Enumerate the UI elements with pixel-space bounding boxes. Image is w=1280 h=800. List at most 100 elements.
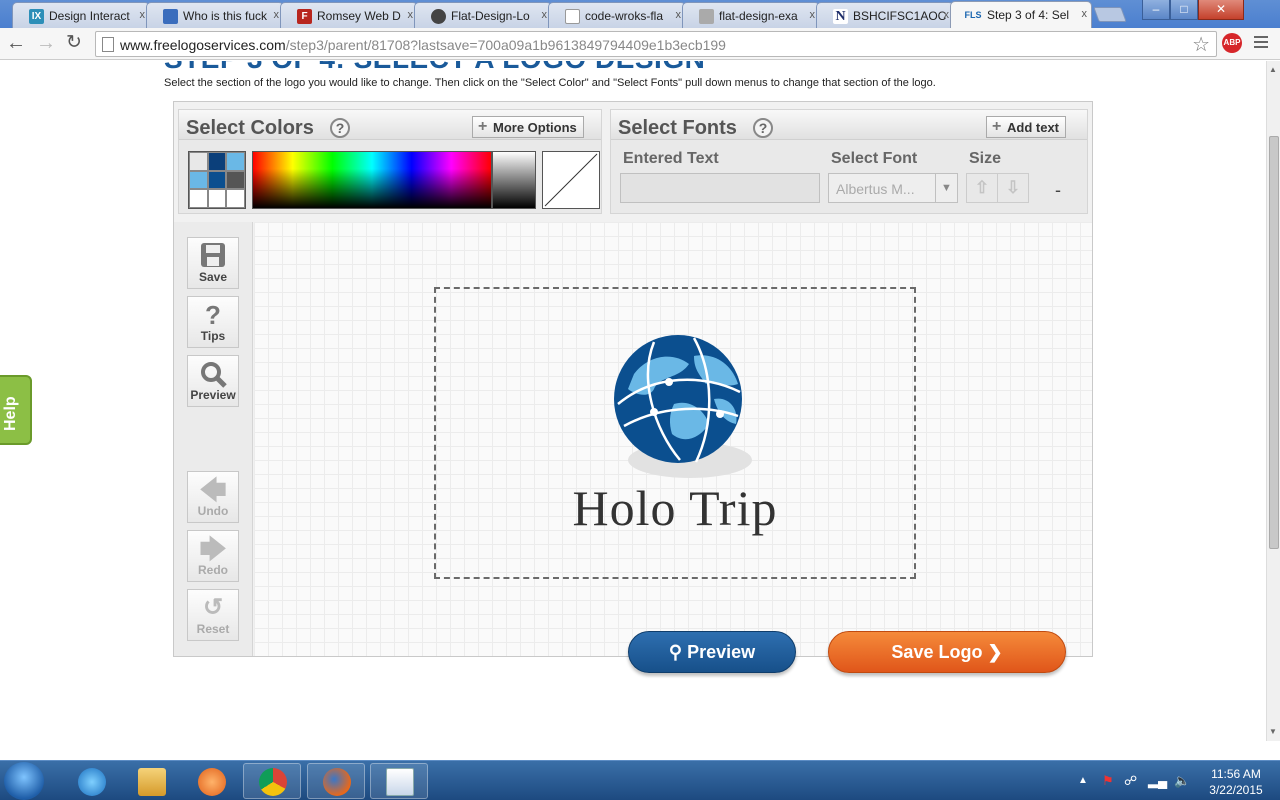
tab-favicon bbox=[699, 9, 714, 24]
redo-button[interactable]: 🡆 Redo bbox=[187, 530, 239, 582]
color-swatch[interactable] bbox=[207, 189, 227, 208]
more-options-button[interactable]: + More Options bbox=[472, 116, 584, 138]
preview-button[interactable]: ⚲ Preview bbox=[628, 631, 796, 673]
power-icon[interactable]: ☍ bbox=[1124, 773, 1137, 789]
size-up-arrow-icon[interactable]: ⇧ bbox=[966, 173, 998, 203]
size-down-arrow-icon[interactable]: ⇩ bbox=[997, 173, 1029, 203]
tips-button[interactable]: ? Tips bbox=[187, 296, 239, 348]
scrollbar-thumb[interactable] bbox=[1269, 136, 1279, 549]
help-tab-label: Help bbox=[2, 396, 19, 431]
save-button[interactable]: Save bbox=[187, 237, 239, 289]
clock[interactable]: 11:56 AM 3/22/2015 bbox=[1198, 766, 1274, 798]
explorer-icon bbox=[138, 768, 166, 796]
taskbar-media-player[interactable] bbox=[182, 763, 240, 799]
browser-tab-active[interactable]: FLS Step 3 of 4: Sel x bbox=[950, 1, 1092, 28]
taskbar-chrome[interactable] bbox=[243, 763, 301, 799]
taskbar-firefox[interactable] bbox=[307, 763, 365, 799]
instructions-text: Select the section of the logo you would… bbox=[164, 77, 936, 89]
preview-button-label: Preview bbox=[687, 642, 756, 662]
plus-icon: + bbox=[992, 118, 1002, 135]
chrome-menu-icon[interactable] bbox=[1254, 36, 1268, 51]
minimize-button[interactable]: – bbox=[1142, 0, 1170, 20]
maximize-button[interactable]: □ bbox=[1170, 0, 1198, 20]
entered-text-input[interactable] bbox=[620, 173, 820, 203]
browser-tab[interactable]: N BSHCIFSC1AOC x bbox=[816, 2, 954, 28]
address-bar[interactable]: www.freelogoservices.com/step3/parent/81… bbox=[95, 31, 1217, 57]
tab-close-icon[interactable]: x bbox=[408, 9, 414, 21]
tab-close-icon[interactable]: x bbox=[542, 9, 548, 21]
redo-arrow-icon: 🡆 bbox=[199, 534, 227, 564]
color-swatch[interactable] bbox=[189, 189, 208, 208]
tab-close-icon[interactable]: x bbox=[1082, 8, 1088, 20]
colors-help-icon[interactable]: ? bbox=[330, 118, 350, 138]
url-host: www.freelogoservices.com bbox=[120, 37, 286, 53]
tips-label: Tips bbox=[200, 329, 226, 343]
url-text[interactable]: www.freelogoservices.com/step3/parent/81… bbox=[120, 37, 726, 53]
browser-tab[interactable]: IX Design Interact x bbox=[12, 2, 150, 28]
reset-button[interactable]: ↺ Reset bbox=[187, 589, 239, 641]
grayscale-picker[interactable] bbox=[492, 151, 536, 209]
color-swatch[interactable] bbox=[226, 170, 245, 190]
tab-close-icon[interactable]: x bbox=[676, 9, 682, 21]
size-label: Size bbox=[969, 150, 1002, 167]
url-path: /step3/parent/81708?lastsave=700a09a1b96… bbox=[285, 37, 726, 53]
scroll-up-icon[interactable]: ▲ bbox=[1269, 65, 1277, 74]
browser-tab[interactable]: flat-design-exa x bbox=[682, 2, 820, 28]
chevron-right-icon: ❯ bbox=[987, 642, 1003, 662]
color-swatch[interactable] bbox=[189, 170, 208, 190]
scroll-down-icon[interactable]: ▼ bbox=[1269, 727, 1277, 736]
tray-expand-icon[interactable]: ▲ bbox=[1078, 775, 1088, 786]
back-arrow-icon[interactable]: ← bbox=[4, 32, 28, 56]
reset-label: Reset bbox=[196, 622, 230, 636]
color-spectrum[interactable] bbox=[252, 151, 492, 209]
close-window-button[interactable]: ✕ bbox=[1198, 0, 1244, 20]
adblock-icon[interactable]: ABP bbox=[1222, 33, 1242, 53]
font-select[interactable]: Albertus M... ▼ bbox=[828, 173, 958, 203]
clock-date: 3/22/2015 bbox=[1209, 783, 1263, 797]
fonts-help-icon[interactable]: ? bbox=[753, 118, 773, 138]
help-tab[interactable]: Help bbox=[0, 375, 32, 445]
design-canvas[interactable]: Holo Trip bbox=[254, 222, 1092, 656]
taskbar-explorer[interactable] bbox=[122, 763, 180, 799]
bookmark-star-icon[interactable]: ☆ bbox=[1192, 32, 1210, 57]
tab-close-icon[interactable]: x bbox=[274, 9, 280, 21]
globe-logo-icon[interactable] bbox=[614, 334, 760, 484]
browser-tab[interactable]: F Romsey Web D x bbox=[280, 2, 418, 28]
preview-tool-button[interactable]: Preview bbox=[187, 355, 239, 407]
browser-tab[interactable]: code-wroks-fla x bbox=[548, 2, 686, 28]
new-tab-button[interactable] bbox=[1093, 7, 1127, 22]
color-swatch[interactable] bbox=[226, 189, 245, 208]
logo-selection-box[interactable]: Holo Trip bbox=[434, 287, 916, 579]
tab-close-icon[interactable]: x bbox=[140, 9, 146, 21]
volume-icon[interactable]: 🔈 bbox=[1174, 773, 1190, 789]
tab-title: Flat-Design-Lo bbox=[451, 9, 530, 23]
add-text-label: Add text bbox=[1007, 120, 1059, 135]
save-logo-button[interactable]: Save Logo ❯ bbox=[828, 631, 1066, 673]
page-icon bbox=[102, 37, 114, 52]
color-swatch[interactable] bbox=[207, 170, 227, 190]
chrome-icon bbox=[259, 768, 287, 796]
start-button[interactable] bbox=[4, 762, 44, 800]
add-text-button[interactable]: + Add text bbox=[986, 116, 1066, 138]
color-swatch[interactable] bbox=[189, 152, 208, 171]
taskbar-ie[interactable] bbox=[62, 763, 120, 799]
action-center-icon[interactable]: ⚑ bbox=[1102, 773, 1114, 789]
system-tray: ▲ ⚑ ☍ ▂▄ 🔈 11:56 AM 3/22/2015 bbox=[1070, 763, 1280, 799]
tab-close-icon[interactable]: x bbox=[944, 9, 950, 21]
tool-sidebar: Save ? Tips Preview 🡄 Undo 🡆 Redo ↺ Rese… bbox=[174, 222, 253, 656]
browser-tab[interactable]: Flat-Design-Lo x bbox=[414, 2, 552, 28]
undo-button[interactable]: 🡄 Undo bbox=[187, 471, 239, 523]
no-color-swatch[interactable] bbox=[542, 151, 600, 209]
forward-arrow-icon[interactable]: → bbox=[34, 32, 58, 56]
color-swatch[interactable] bbox=[207, 152, 227, 171]
browser-tab[interactable]: Who is this fuck x bbox=[146, 2, 284, 28]
vertical-scrollbar[interactable]: ▲ ▼ bbox=[1266, 61, 1280, 741]
save-logo-label: Save Logo bbox=[891, 642, 983, 662]
tab-close-icon[interactable]: x bbox=[810, 9, 816, 21]
clock-time: 11:56 AM bbox=[1211, 767, 1261, 781]
taskbar-document-app[interactable] bbox=[370, 763, 428, 799]
reload-icon[interactable]: ↻ bbox=[62, 32, 86, 56]
network-icon[interactable]: ▂▄ bbox=[1148, 773, 1167, 789]
color-swatch[interactable] bbox=[226, 152, 245, 171]
logo-text[interactable]: Holo Trip bbox=[436, 479, 914, 537]
